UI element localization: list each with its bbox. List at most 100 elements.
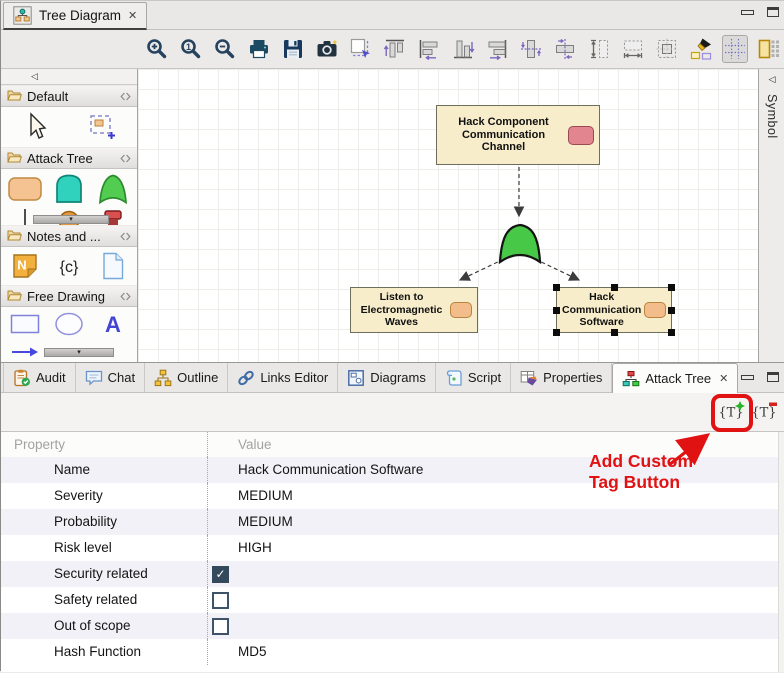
outline-mode-icon[interactable] — [756, 35, 782, 63]
tab-label: Diagrams — [370, 370, 426, 385]
match-height-icon[interactable] — [586, 35, 612, 63]
node-listen-to-electromagnetic-waves[interactable]: Listen to Electromagnetic Waves — [350, 287, 478, 333]
print-icon[interactable] — [246, 35, 272, 63]
align-left-icon[interactable] — [416, 35, 442, 63]
palette-section-header[interactable]: Attack Tree — [1, 147, 137, 169]
checkbox-checked[interactable]: ✓ — [212, 566, 229, 583]
node-hack-communication-software[interactable]: Hack Communication Software — [556, 287, 672, 333]
select-tool[interactable] — [3, 111, 69, 143]
format-painter-icon[interactable] — [688, 35, 714, 63]
add-custom-tag-button[interactable]: {T} — [717, 398, 749, 426]
expand-left-icon[interactable]: ◁ — [769, 74, 776, 85]
pin-icon[interactable] — [120, 92, 131, 101]
checkbox-unchecked[interactable] — [212, 618, 229, 635]
node-hack-component-communication-channel[interactable]: Hack Component Communication Channel — [436, 105, 600, 165]
tab-close-icon[interactable]: ✕ — [719, 372, 728, 385]
column-header-value[interactable]: Value — [208, 432, 784, 457]
palette-section-header[interactable]: Notes and ... — [1, 225, 137, 247]
folder-icon — [7, 151, 22, 166]
zoom-original-icon[interactable]: 1 — [178, 35, 204, 63]
selection-handle[interactable] — [611, 329, 618, 336]
text-tool[interactable]: A — [91, 311, 135, 337]
or-gate-tool[interactable] — [91, 173, 135, 205]
center-vertically-icon[interactable] — [518, 35, 544, 63]
center-horizontally-icon[interactable] — [552, 35, 578, 63]
node-tool[interactable] — [3, 174, 47, 204]
close-icon[interactable]: ✕ — [128, 9, 137, 22]
palette-section-header[interactable]: Free Drawing — [1, 285, 137, 307]
connection-tool[interactable] — [11, 345, 39, 359]
node-label: Hack Component Communication Channel — [442, 116, 565, 155]
selection-handle[interactable] — [668, 329, 675, 336]
maximize-icon[interactable] — [767, 7, 779, 17]
ellipse-tool[interactable] — [47, 311, 91, 337]
align-right-icon[interactable] — [484, 35, 510, 63]
collapse-left-icon[interactable]: ◁ — [31, 71, 38, 82]
tab-label: Attack Tree — [645, 371, 711, 386]
align-bottom-icon[interactable] — [450, 35, 476, 63]
maximize-icon[interactable] — [767, 372, 779, 382]
tab-attack-tree[interactable]: Attack Tree ✕ — [612, 363, 738, 393]
checkbox-unchecked[interactable] — [212, 592, 229, 609]
palette-row — [1, 107, 137, 147]
marquee-select-icon[interactable] — [348, 35, 374, 63]
align-top-icon[interactable] — [382, 35, 408, 63]
rectangle-tool[interactable] — [3, 312, 47, 336]
or-gate-node[interactable] — [498, 222, 542, 269]
save-icon[interactable] — [280, 35, 306, 63]
document-tool[interactable] — [91, 251, 135, 281]
pin-icon[interactable] — [120, 292, 131, 301]
table-header: Property Value — [1, 432, 784, 457]
and-gate-tool[interactable] — [47, 173, 91, 205]
minimize-icon[interactable] — [741, 10, 754, 15]
constraint-tool[interactable]: {c} — [47, 253, 91, 279]
tab-tree-diagram[interactable]: Tree Diagram ✕ — [3, 2, 147, 30]
tab-audit[interactable]: Audit — [3, 363, 76, 392]
minimize-icon[interactable] — [741, 375, 754, 380]
selection-handle[interactable] — [553, 329, 560, 336]
node-label: Hack Communication Software — [562, 291, 641, 328]
editor-toolbar: 1 — [1, 30, 784, 68]
marquee-tool[interactable] — [69, 112, 135, 142]
diagram-canvas[interactable]: Hack Component Communication Channel Lis… — [138, 69, 758, 362]
tab-chat[interactable]: Chat — [76, 363, 145, 392]
selection-handle[interactable] — [668, 284, 675, 291]
chat-icon — [85, 369, 103, 387]
palette-h-scrollbar[interactable]: ▾ — [44, 348, 114, 357]
palette-section-header[interactable]: Default — [1, 85, 137, 107]
palette-section-label: Default — [27, 89, 68, 104]
zoom-in-icon[interactable] — [144, 35, 170, 63]
palette-collapse-bar[interactable]: ◁ — [1, 69, 137, 85]
selection-handle[interactable] — [611, 284, 618, 291]
table-row: ProbabilityMEDIUM — [1, 509, 784, 535]
tab-links-editor[interactable]: Links Editor — [228, 363, 338, 392]
grid-toggle-icon[interactable] — [722, 35, 748, 63]
tab-script[interactable]: Script — [436, 363, 511, 392]
match-width-icon[interactable] — [620, 35, 646, 63]
symbol-panel-label[interactable]: Symbol — [765, 94, 779, 139]
tab-outline[interactable]: Outline — [145, 363, 228, 392]
table-row: Risk levelHIGH — [1, 535, 784, 561]
folder-icon — [7, 89, 22, 104]
tab-properties[interactable]: Properties — [511, 363, 612, 392]
pin-icon[interactable] — [120, 232, 131, 241]
tab-label: Outline — [177, 370, 218, 385]
tab-diagrams[interactable]: Diagrams — [338, 363, 436, 392]
selection-handle[interactable] — [553, 307, 560, 314]
palette-section-scrollbar[interactable]: ▾ — [33, 215, 109, 224]
selection-handle[interactable] — [668, 307, 675, 314]
snap-to-grid-icon[interactable] — [654, 35, 680, 63]
note-tool[interactable]: N — [3, 252, 47, 280]
screenshot-icon[interactable] — [314, 35, 340, 63]
value-text: Hack Communication Software — [238, 457, 423, 483]
symbol-collapsed-panel[interactable]: ◁ Symbol — [758, 69, 784, 362]
column-header-property[interactable]: Property — [1, 432, 208, 457]
node-badge — [644, 302, 666, 318]
folder-icon — [7, 289, 22, 304]
remove-tag-button[interactable]: {T} — [750, 398, 782, 426]
zoom-out-icon[interactable] — [212, 35, 238, 63]
table-row: Out of scope — [1, 613, 784, 639]
selection-handle[interactable] — [553, 284, 560, 291]
pin-icon[interactable] — [120, 154, 131, 163]
table-v-scrollbar[interactable] — [778, 432, 784, 672]
